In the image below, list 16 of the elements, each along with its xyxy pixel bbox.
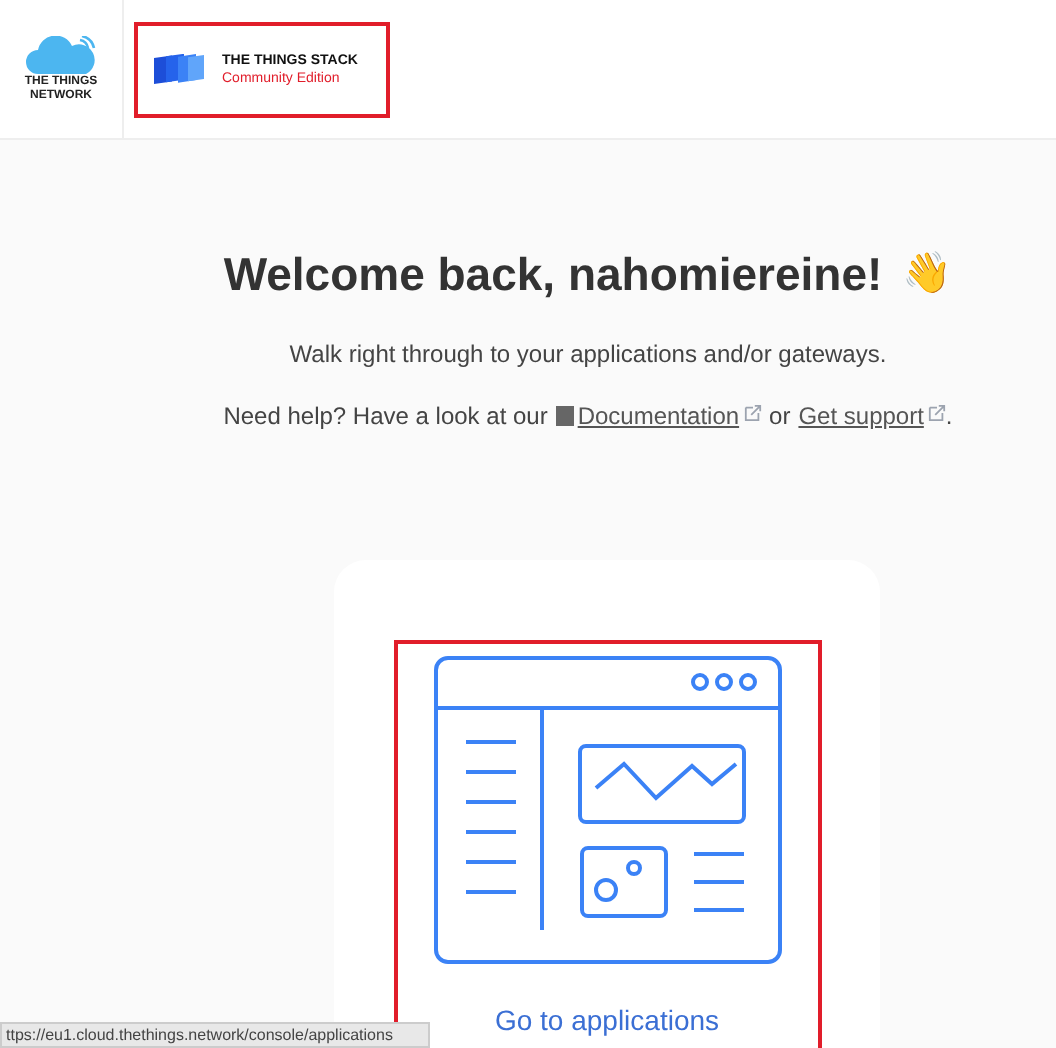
help-suffix-text: . [945,399,953,433]
cloud-logo-icon [25,35,97,75]
waving-hand-emoji: 👋 [902,249,953,301]
external-link-icon [927,403,946,422]
stack-logo-icon [154,53,206,85]
go-to-applications-link[interactable]: Go to applications [494,1004,720,1036]
book-icon [555,405,574,425]
welcome-title: Welcome back, nahomiereine! [223,246,883,304]
help-text: Need help? Have a look at our [223,399,548,433]
help-joiner-text: or [769,399,791,433]
support-link[interactable]: Get support [798,397,946,433]
welcome-subtitle: Walk right through to your applications and/or gateways. [289,337,887,371]
status-bar-url: ttps://eu1.cloud.thethings.network/console/applications [0,1022,430,1048]
documentation-link[interactable]: Documentation [577,397,762,433]
dashboard-window-icon [433,656,781,964]
external-link-icon [743,403,762,422]
